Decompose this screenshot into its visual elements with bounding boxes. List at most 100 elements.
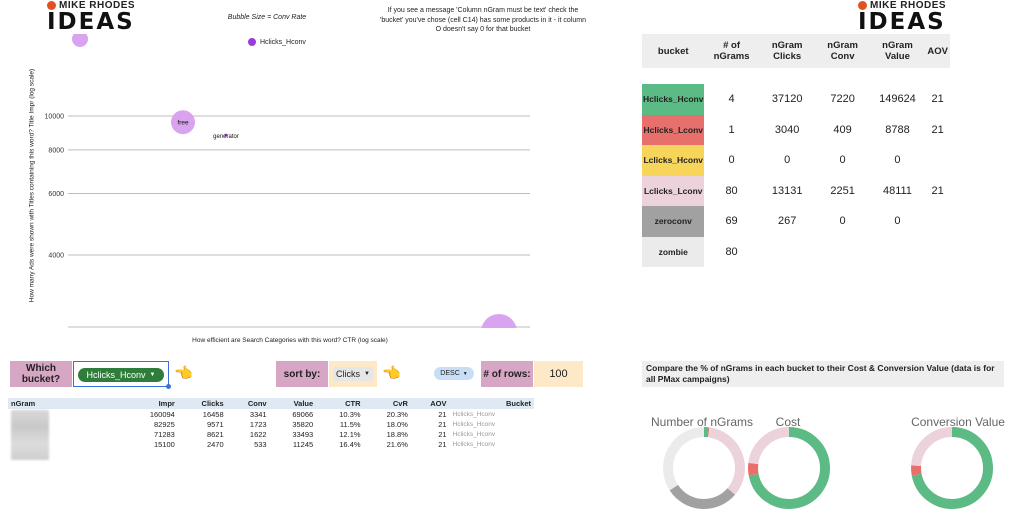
order-select-value: DESC [440, 370, 460, 377]
bucket-value-cell: 7220 [830, 93, 855, 106]
blurred-ngram-cells [11, 410, 49, 460]
table-cell: 35820 [292, 419, 314, 429]
table-cell: 21 [438, 439, 447, 449]
bucket-value-cell: 0 [728, 154, 735, 167]
table-cell: 71283 [154, 429, 175, 439]
table-cell: 160094 [149, 409, 175, 419]
bucket-row: zombie 80 [642, 236, 950, 268]
scatter-chart: 4000 6000 8000 10000 free generator [0, 34, 545, 346]
donut-title: Number of nGrams [651, 415, 753, 429]
bucket-value-cell [925, 237, 950, 268]
table-cell: 16458 [202, 409, 224, 419]
bucket-value-cell: 0 [784, 154, 791, 167]
donut-slice [669, 484, 736, 509]
bucket-row: zeroconv 69 267 0 0 [642, 206, 950, 237]
bucket-row: Lclicks_Hconv 0 0 0 0 [642, 145, 950, 176]
point-label: free [177, 120, 189, 127]
bucket-value-cell: 0 [839, 154, 846, 167]
col-header: Bucket [449, 398, 534, 409]
scatter-xlabel: How efficient are Search Categories with… [192, 337, 388, 344]
sort-by-label: sort by: [276, 361, 328, 387]
table-cell: 2470 [206, 439, 224, 449]
table-cell: Hclicks_Hconv [452, 420, 496, 428]
y-tick-label: 4000 [48, 253, 64, 260]
bucket-select[interactable]: Hclicks_Hconv ▼ [73, 361, 171, 389]
donut-slice [707, 427, 745, 495]
bucket-row: Hclicks_Lconv 1 3040 409 8788 21 [642, 114, 950, 145]
spacer-row [642, 68, 950, 84]
legend-marker-icon [248, 38, 256, 46]
table-cell: 33493 [292, 429, 314, 439]
bucket-summary-table: bucket # of nGrams nGram Clicks nGram Co… [642, 34, 950, 267]
table-row: 15100 2470 533 11245 16.4% 21.6% 21 Hclicks_Hco… [8, 439, 534, 449]
donut-slice [748, 462, 759, 476]
point-label: generator [213, 134, 239, 140]
col-header: nGram [8, 398, 124, 409]
col-header: Conv [226, 398, 270, 409]
sort-select-chip[interactable]: Clicks ▼ [333, 367, 373, 381]
table-cell: 15100 [154, 439, 175, 449]
bucket-value-cell: 3040 [774, 123, 800, 136]
bucket-name-cell: Lclicks_Hconv [642, 145, 705, 176]
table-cell: 21 [438, 409, 447, 419]
table-cell: 1622 [249, 429, 267, 439]
table-cell: 18.8% [386, 429, 408, 439]
bucket-select-chip[interactable]: Hclicks_Hconv ▼ [78, 368, 164, 382]
table-cell: Hclicks_Hconv [452, 440, 496, 448]
sort-select-value: Clicks [336, 369, 361, 379]
bucket-row: Lclicks_Lconv 80 13131 2251 48111 21 [642, 175, 950, 206]
bucket-value-cell: 21 [931, 93, 944, 106]
chevron-down-icon: ▼ [149, 372, 156, 378]
table-cell: 69066 [292, 409, 314, 419]
table-cell: 18.0% [386, 419, 408, 429]
col-header: CvR [363, 398, 411, 409]
bucket-value-cell: 37120 [771, 93, 803, 106]
logo-big-text: IDEAS [47, 9, 135, 35]
legend-label: Hclicks_Hconv [260, 38, 306, 46]
bucket-value-cell [870, 237, 926, 268]
logo-right: MIKE RHODES IDEAS [858, 0, 952, 34]
table-row: 160094 16458 3341 69066 10.3% 20.3% 21 Hclicks_… [8, 409, 534, 419]
spacer-cell [642, 68, 950, 84]
col-header: # of nGrams [704, 34, 759, 68]
table-row: 71283 8621 1622 33493 12.1% 18.8% 21 Hclicks_Hc… [8, 429, 534, 439]
table-cell: 9571 [206, 419, 224, 429]
donut-title: Cost [776, 415, 801, 429]
col-header: bucket [642, 34, 705, 68]
pointing-hand-icon: 👈 [382, 365, 401, 382]
bucket-value-cell: 21 [931, 123, 944, 136]
bucket-value-cell: 267 [777, 215, 797, 228]
table-cell: 1723 [249, 419, 267, 429]
table-cell: 21 [438, 419, 447, 429]
scatter-legend: Hclicks_Hconv [248, 38, 306, 46]
resize-handle-icon[interactable] [166, 384, 171, 389]
bucket-name-cell: zeroconv [642, 206, 705, 237]
col-header: AOV [410, 398, 450, 409]
which-bucket-label: Which bucket? [10, 361, 72, 387]
col-header: AOV [925, 34, 950, 68]
rows-input[interactable]: 100 [534, 361, 583, 387]
y-tick-label: 10000 [45, 114, 65, 121]
ngram-table: nGram Impr Clicks Conv Value CTR CvR AOV… [8, 398, 534, 449]
donut-slice [663, 427, 705, 491]
donut-slice [911, 427, 953, 467]
rows-label: # of rows: [481, 361, 533, 387]
table-cell: Hclicks_Hconv [452, 410, 496, 418]
compare-title: Compare the % of nGrams in each bucket t… [642, 361, 1004, 387]
order-select[interactable]: DESC ▼ [434, 367, 474, 380]
table-row: 82925 9571 1723 35820 11.5% 18.0% 21 Hclicks_Hc… [8, 419, 534, 429]
bucket-value-cell: 80 [725, 184, 738, 197]
sort-select[interactable]: Clicks ▼ [329, 361, 377, 387]
bucket-name-cell: zombie [642, 236, 705, 267]
bubble-size-note: Bubble Size = Conv Rate [227, 14, 307, 21]
donut-slice [911, 465, 922, 476]
bucket-name-cell: Hclicks_Lconv [642, 114, 705, 145]
bucket-value-cell [925, 145, 950, 176]
bucket-name-cell: Lclicks_Lconv [642, 175, 705, 206]
table-cell: 21 [438, 429, 447, 439]
y-tick-label: 8000 [48, 147, 64, 154]
donut-title: Conversion Value [911, 415, 1005, 429]
bucket-value-cell: 69 [725, 215, 738, 228]
bucket-value-cell: 48111 [882, 184, 912, 197]
pointing-hand-icon: 👈 [174, 365, 193, 382]
